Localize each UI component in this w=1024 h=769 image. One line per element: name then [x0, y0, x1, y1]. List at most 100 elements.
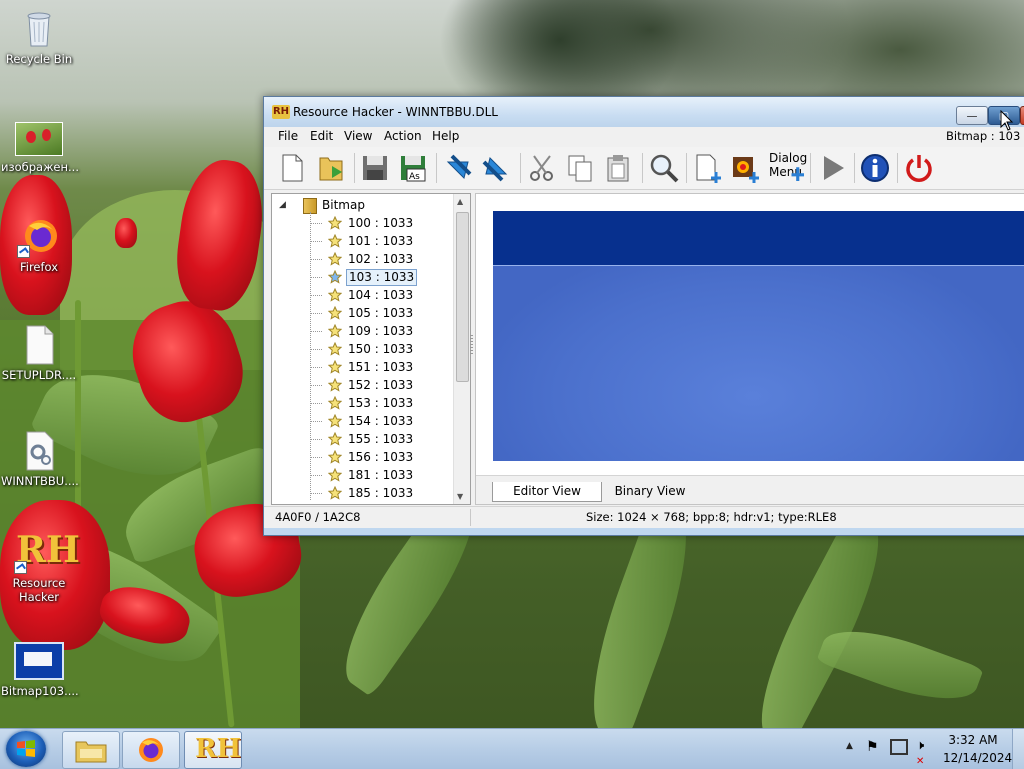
- tree-connector: [310, 493, 322, 494]
- open-file-icon[interactable]: [316, 152, 348, 184]
- toolbar: As Dialog Menu: [264, 147, 1024, 190]
- tree-item-label: 105 : 1033: [348, 306, 414, 320]
- tree-item-label: 100 : 1033: [348, 216, 414, 230]
- star-icon: [328, 234, 342, 248]
- desktop-icon-firefox[interactable]: Firefox: [1, 216, 77, 274]
- exit-power-icon[interactable]: [903, 152, 935, 184]
- start-button[interactable]: [6, 731, 46, 767]
- scroll-down-icon[interactable]: ▼: [457, 492, 463, 501]
- save-as-icon[interactable]: As: [397, 152, 429, 184]
- taskbar: RH ▲ ⚑ 🕨✕ 3:32 AM 12/14/2024: [0, 728, 1024, 769]
- tree-item-label: 185 : 1033: [348, 486, 414, 500]
- minimize-button[interactable]: —: [956, 106, 988, 125]
- desktop-icon-label: Recycle Bin: [5, 52, 73, 66]
- menu-file[interactable]: File: [278, 129, 298, 143]
- run-script-icon[interactable]: [816, 152, 848, 184]
- desktop-icon-recycle-bin[interactable]: Recycle Bin: [1, 8, 77, 66]
- show-desktop-button[interactable]: [1012, 729, 1024, 769]
- resource-hacker-window[interactable]: RH Resource Hacker - WINNTBBU.DLL — ▢ ✕ …: [263, 96, 1024, 536]
- menu-edit[interactable]: Edit: [310, 129, 333, 143]
- status-bitmap-info: Size: 1024 × 768; bpp:8; hdr:v1; type:RL…: [586, 510, 837, 524]
- title-bar[interactable]: RH Resource Hacker - WINNTBBU.DLL — ▢ ✕: [264, 97, 1024, 127]
- tree-item-label: 155 : 1033: [348, 432, 414, 446]
- tree-item-label: 102 : 1033: [348, 252, 414, 266]
- new-file-icon[interactable]: [276, 152, 308, 184]
- tree-item-label: 152 : 1033: [348, 378, 414, 392]
- resource-hacker-icon: RH: [195, 734, 242, 764]
- save-icon[interactable]: [359, 152, 391, 184]
- minimize-icon: —: [966, 109, 978, 122]
- tree-root-label: Bitmap: [322, 198, 365, 212]
- compile-up-icon[interactable]: [480, 152, 512, 184]
- bitmap-file-icon: [14, 642, 64, 680]
- desktop-icon-winntbbu[interactable]: WINNTBBU....: [1, 430, 79, 488]
- status-offset: 4A0F0 / 1A2C8: [275, 510, 361, 524]
- star-icon: [328, 432, 342, 446]
- taskbar-resource-hacker-button[interactable]: RH: [184, 731, 242, 769]
- tree-item-label: 103 : 1033: [346, 269, 418, 286]
- volume-muted-icon[interactable]: 🕨✕: [916, 738, 924, 768]
- star-icon: [328, 378, 342, 392]
- add-blank-resource-icon[interactable]: [692, 152, 724, 184]
- tree-item-label: 150 : 1033: [348, 342, 414, 356]
- star-icon: [328, 396, 342, 410]
- close-button[interactable]: ✕: [1020, 106, 1024, 125]
- scrollbar-thumb[interactable]: [456, 212, 469, 382]
- star-icon: [328, 450, 342, 464]
- desktop-icon-label: изображен...: [1, 160, 79, 174]
- star-icon: [328, 270, 342, 284]
- tab-binary-view[interactable]: Binary View: [608, 482, 692, 501]
- compile-down-icon[interactable]: [442, 152, 474, 184]
- clock-date[interactable]: 12/14/2024: [943, 751, 1012, 765]
- menu-view[interactable]: View: [344, 129, 372, 143]
- desktop-icon-resource-hacker[interactable]: RH Resource Hacker: [1, 528, 80, 604]
- pane-splitter[interactable]: [470, 335, 473, 355]
- blank-file-icon: [19, 324, 59, 365]
- collapse-triangle-icon[interactable]: ◢: [279, 196, 286, 214]
- image-file-icon: [15, 122, 63, 156]
- tree-item-label: 104 : 1033: [348, 288, 414, 302]
- desktop-icon-label: Bitmap103....: [1, 684, 79, 698]
- clock-time[interactable]: 3:32 AM: [943, 733, 1003, 747]
- cut-icon[interactable]: [526, 152, 558, 184]
- tree-connector: [310, 313, 322, 314]
- show-hidden-icons-icon[interactable]: ▲: [846, 741, 853, 751]
- action-center-flag-icon[interactable]: ⚑: [866, 739, 879, 755]
- star-icon: [328, 306, 342, 320]
- resource-tree[interactable]: ◢ Bitmap 100 : 1033 101 : 1033 102 : 1033 1…: [271, 193, 471, 505]
- search-icon[interactable]: [648, 152, 680, 184]
- tree-connector: [310, 259, 322, 260]
- taskbar-explorer-button[interactable]: [62, 731, 120, 769]
- menu-help[interactable]: Help: [432, 129, 459, 143]
- menu-action[interactable]: Action: [384, 129, 422, 143]
- tree-item-label: 181 : 1033: [348, 468, 414, 482]
- scroll-up-icon[interactable]: ▲: [457, 197, 463, 206]
- paste-icon[interactable]: [602, 152, 634, 184]
- main-content: ◢ Bitmap 100 : 1033 101 : 1033 102 : 1033 1…: [264, 190, 1024, 506]
- star-icon: [328, 252, 342, 266]
- tree-scrollbar[interactable]: ▲ ▼: [453, 194, 470, 504]
- tree-item-label: 151 : 1033: [348, 360, 414, 374]
- tree-item-label: 109 : 1033: [348, 324, 414, 338]
- firefox-icon: [139, 738, 163, 762]
- dialog-menu-plus-icon: [784, 161, 804, 181]
- tree-connector: [310, 457, 322, 458]
- desktop-icon-image[interactable]: изображен...: [1, 122, 79, 174]
- dll-file-icon: [19, 430, 59, 471]
- taskbar-firefox-button[interactable]: [122, 731, 180, 769]
- star-icon: [328, 414, 342, 428]
- network-icon[interactable]: [890, 739, 908, 755]
- info-icon[interactable]: [859, 152, 891, 184]
- desktop-icon-bitmap103[interactable]: Bitmap103....: [1, 642, 79, 698]
- bitmap-header-band: [493, 211, 1024, 266]
- tree-item-label: 156 : 1033: [348, 450, 414, 464]
- tab-editor-view[interactable]: Editor View: [492, 482, 602, 502]
- copy-icon[interactable]: [564, 152, 596, 184]
- view-tabs: Editor View Binary View: [476, 475, 1024, 504]
- svg-text:As: As: [409, 172, 420, 182]
- desktop-icon-label: WINNTBBU....: [1, 474, 79, 488]
- add-image-resource-icon[interactable]: [730, 152, 762, 184]
- tree-trunk-line: [310, 212, 311, 500]
- app-logo-icon: RH: [272, 105, 290, 119]
- desktop-icon-setupldr[interactable]: SETUPLDR....: [1, 324, 77, 382]
